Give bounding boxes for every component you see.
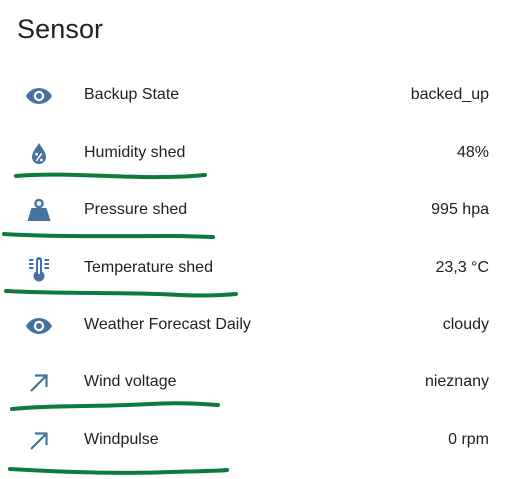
underline-temperature <box>4 289 238 298</box>
weight-icon <box>24 197 54 225</box>
entity-row-backup-state[interactable]: Backup State backed_up <box>0 76 505 116</box>
arrow-top-right-icon <box>24 369 54 397</box>
entity-label: Pressure shed <box>84 201 188 218</box>
entity-value: 995 hpa <box>431 201 489 218</box>
entity-value: cloudy <box>442 316 489 333</box>
underline-wind-voltage <box>10 401 220 411</box>
entity-row-temperature-shed[interactable]: Temperature shed 23,3 °C <box>0 249 505 289</box>
entity-label: Temperature shed <box>84 259 213 276</box>
eye-icon <box>24 82 54 110</box>
underline-windpulse <box>8 467 229 475</box>
entity-label: Backup State <box>84 86 180 103</box>
entity-row-windpulse[interactable]: Windpulse 0 rpm <box>0 421 505 461</box>
entity-value: 0 rpm <box>448 431 489 448</box>
entity-value: backed_up <box>410 86 489 103</box>
entity-row-weather-forecast-daily[interactable]: Weather Forecast Daily cloudy <box>0 306 505 346</box>
underline-pressure <box>2 232 215 239</box>
entity-value: nieznany <box>424 373 489 390</box>
entity-value: 48% <box>456 144 489 161</box>
sensor-card: Sensor Backup State backed_up Humidity s… <box>0 0 505 479</box>
entity-label: Weather Forecast Daily <box>84 316 251 333</box>
eye-icon <box>24 312 54 340</box>
entity-row-pressure-shed[interactable]: Pressure shed 995 hpa <box>0 191 505 231</box>
thermometer-icon <box>24 255 54 283</box>
entity-label: Humidity shed <box>84 144 186 161</box>
entity-row-wind-voltage[interactable]: Wind voltage nieznany <box>0 363 505 403</box>
water-percent-icon <box>24 140 54 168</box>
entity-label: Wind voltage <box>84 373 177 390</box>
card-title: Sensor <box>17 14 104 44</box>
entity-label: Windpulse <box>84 431 159 448</box>
entity-value: 23,3 °C <box>435 259 489 276</box>
entity-row-humidity-shed[interactable]: Humidity shed 48% <box>0 134 505 174</box>
underline-humidity <box>14 172 207 180</box>
arrow-top-right-icon <box>24 427 54 455</box>
annotation-marks <box>2 172 238 475</box>
